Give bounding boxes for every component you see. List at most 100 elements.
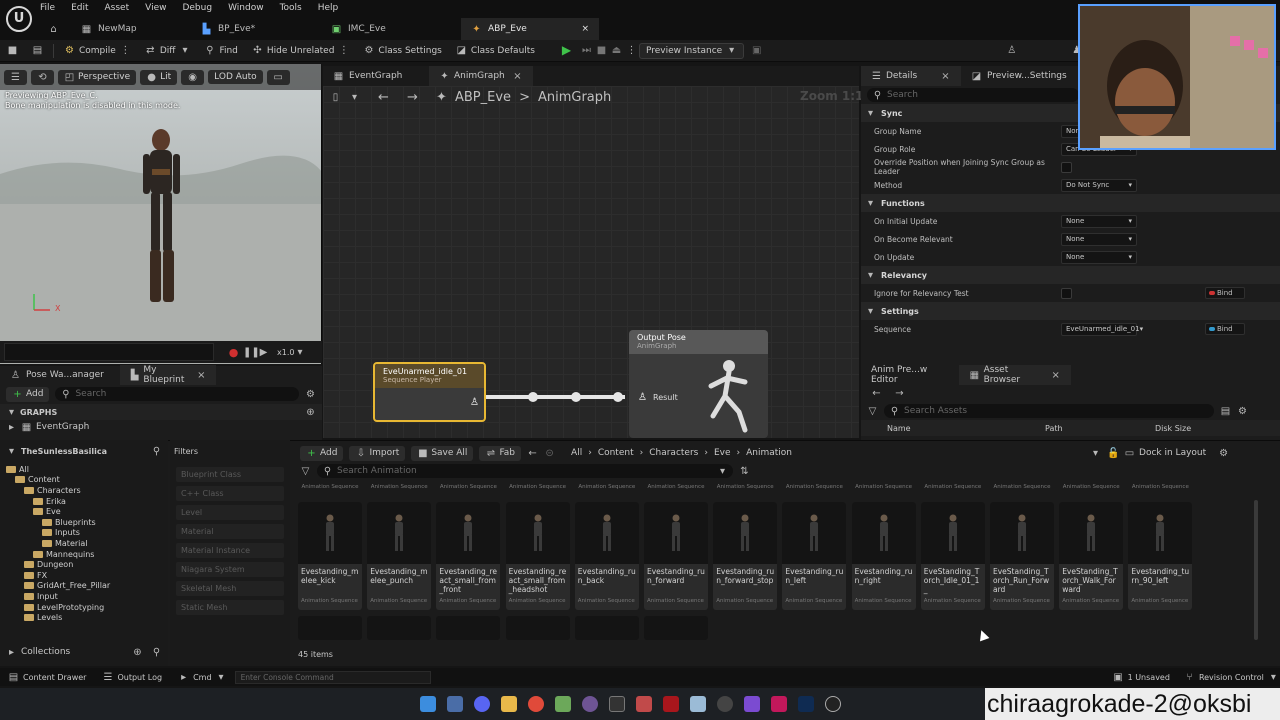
- close-icon[interactable]: ×: [940, 71, 951, 82]
- graphs-item[interactable]: EventGraph: [36, 422, 89, 432]
- tab-asset-browser[interactable]: ▦ Asset Browser ×: [959, 365, 1071, 385]
- close-icon[interactable]: ×: [581, 18, 589, 40]
- filter-chip[interactable]: Static Mesh: [176, 600, 284, 615]
- forward-arrow-icon[interactable]: →: [407, 91, 418, 104]
- visual-studio-icon[interactable]: [743, 696, 760, 712]
- chevron-down-icon[interactable]: ▾: [6, 407, 17, 418]
- folder-tree-item[interactable]: Blueprints: [0, 517, 168, 528]
- diff-button[interactable]: ⇄ Diff ▾: [138, 40, 198, 62]
- asset-tile[interactable]: Evestanding_react_small_from_headshot Ani…: [505, 502, 570, 610]
- asset-search-input[interactable]: ⚲ Search Assets: [884, 404, 1214, 418]
- folder-tree-item[interactable]: Material: [0, 538, 168, 549]
- options-icon[interactable]: ⋮: [120, 45, 131, 56]
- output-pose-node[interactable]: Output Pose AnimGraph ♙ Result: [629, 330, 768, 438]
- asset-tile[interactable]: Evestanding_run_back Animation Sequence: [574, 502, 639, 610]
- record-icon[interactable]: ●: [228, 347, 239, 358]
- asset-tile[interactable]: EveStanding_Torch_Idle_01_1_ Animation Se…: [920, 502, 985, 610]
- asset-tile[interactable]: [574, 616, 639, 640]
- menu-asset[interactable]: Asset: [105, 0, 130, 16]
- asset-tile[interactable]: Evestanding_run_left Animation Sequence: [782, 502, 847, 610]
- tab-bp-eve[interactable]: ▙ BP_Eve*: [191, 18, 321, 40]
- breadcrumb-leaf[interactable]: AnimGraph: [538, 90, 611, 105]
- class-settings-button[interactable]: ⚙ Class Settings: [356, 40, 448, 62]
- tab-eventgraph[interactable]: ▦ EventGraph: [323, 66, 429, 86]
- filter-chip[interactable]: Material: [176, 524, 284, 539]
- folder-tree-item[interactable]: Levels: [0, 612, 168, 623]
- camera-button[interactable]: ⟲: [31, 69, 54, 85]
- folder-tree-item[interactable]: Erika: [0, 496, 168, 507]
- asset-tile[interactable]: [644, 616, 708, 640]
- unreal-engine-icon[interactable]: [824, 696, 841, 712]
- add-button[interactable]: + Add: [6, 386, 50, 402]
- asset-tile[interactable]: EveStanding_Torch_Walk_Forward Animation …: [1059, 502, 1124, 610]
- folder-tree-item[interactable]: LevelPrototyping: [0, 602, 168, 613]
- cmd-dropdown[interactable]: ▸ Cmd ▾: [170, 672, 234, 683]
- filter-chip[interactable]: Material Instance: [176, 543, 284, 558]
- browse-button[interactable]: ▤: [25, 40, 50, 62]
- notes-icon[interactable]: [689, 696, 706, 712]
- folder-tree-item[interactable]: Characters: [0, 485, 168, 496]
- property-dropdown[interactable]: None ▾: [1061, 232, 1137, 246]
- filter-icon[interactable]: ▽: [867, 406, 878, 417]
- back-arrow-icon[interactable]: ←: [871, 388, 882, 399]
- eject-button[interactable]: ⏏ ⋮: [609, 40, 639, 62]
- property-dropdown[interactable]: Do Not Sync ▾: [1061, 178, 1137, 192]
- asset-tile[interactable]: Evestanding_melee_punch Animation Sequenc…: [367, 502, 432, 610]
- gear-icon[interactable]: ⚙: [1237, 406, 1248, 417]
- search-input[interactable]: ⚲ Search: [55, 387, 299, 401]
- folder-tree-item[interactable]: Content: [0, 475, 168, 486]
- playback-rate[interactable]: x1.0: [277, 348, 294, 357]
- chrome-icon[interactable]: [527, 696, 544, 712]
- menu-tools[interactable]: Tools: [280, 0, 302, 16]
- folder-icon[interactable]: ▤: [1220, 406, 1231, 417]
- windows-start-icon[interactable]: [419, 696, 436, 712]
- tab-imc-eve[interactable]: ▣ IMC_Eve: [321, 18, 461, 40]
- filter-chip[interactable]: Skeletal Mesh: [176, 581, 284, 596]
- filter-chip[interactable]: Level: [176, 505, 284, 520]
- breadcrumb-root[interactable]: ABP_Eve: [455, 90, 511, 105]
- filter-chip[interactable]: C++ Class: [176, 486, 284, 501]
- options-icon[interactable]: ⋮: [626, 45, 637, 56]
- revision-control-button[interactable]: ⑂ Revision Control ▾: [1184, 672, 1279, 683]
- folder-tree-item[interactable]: All: [0, 464, 168, 475]
- bind-dropdown[interactable]: Bind: [1205, 323, 1245, 335]
- sequence-player-node[interactable]: EveUnarmed_idle_01 Sequence Player ♙: [373, 362, 486, 422]
- terminal-icon[interactable]: [608, 696, 625, 712]
- property-dropdown[interactable]: None ▾: [1061, 250, 1137, 264]
- folder-tree-item[interactable]: FX: [0, 570, 168, 581]
- tab-preview-settings[interactable]: ◪ Preview...Settings: [961, 66, 1077, 86]
- lod-dropdown[interactable]: LOD Auto: [208, 70, 263, 84]
- menu-help[interactable]: Help: [318, 0, 339, 16]
- show-dropdown[interactable]: ◉: [181, 69, 205, 85]
- options-icon[interactable]: ⋮: [338, 45, 349, 56]
- asset-tile[interactable]: Evestanding_turn_90_left Animation Sequen…: [1128, 502, 1193, 610]
- stop-button[interactable]: ■: [594, 40, 609, 62]
- play-button[interactable]: ▶: [554, 40, 579, 62]
- details-category[interactable]: ▾ Settings: [861, 302, 1280, 320]
- details-category[interactable]: ▾ Functions: [861, 194, 1280, 212]
- tab-anim-preview-editor[interactable]: Anim Pre...w Editor: [861, 365, 959, 385]
- pose-pin-icon[interactable]: ♙: [469, 397, 480, 408]
- close-icon[interactable]: ×: [512, 71, 523, 82]
- app-icon[interactable]: [635, 696, 652, 712]
- folder-tree-item[interactable]: Inputs: [0, 528, 168, 539]
- collections-label[interactable]: Collections: [21, 647, 70, 657]
- property-dropdown[interactable]: None ▾: [1061, 214, 1137, 228]
- anim-graph-canvas[interactable]: EveUnarmed_idle_01 Sequence Player ♙ Out…: [323, 86, 859, 438]
- property-dropdown[interactable]: EveUnarmed_idle_01 ▾: [1061, 322, 1143, 336]
- app-icon[interactable]: [716, 696, 733, 712]
- property-checkbox[interactable]: [1061, 161, 1072, 173]
- col-name[interactable]: Name: [871, 424, 1045, 433]
- timeline-track[interactable]: [4, 343, 214, 361]
- menu-edit[interactable]: Edit: [71, 0, 88, 16]
- asset-tile[interactable]: Evestanding_run_forward Animation Sequenc…: [644, 502, 708, 610]
- find-button[interactable]: ⚲ Find: [197, 40, 244, 62]
- search-icon[interactable]: ⚲: [151, 647, 162, 658]
- home-icon[interactable]: ⌂: [48, 24, 59, 35]
- bookmark-icon[interactable]: ▯: [330, 92, 341, 103]
- add-graph-icon[interactable]: ⊕: [305, 407, 316, 418]
- play-icon[interactable]: ▶: [258, 347, 269, 358]
- col-path[interactable]: Path: [1045, 424, 1155, 433]
- search-icon[interactable]: ⚲: [151, 446, 162, 457]
- preview-instance-dropdown[interactable]: Preview Instance ▾: [639, 42, 745, 59]
